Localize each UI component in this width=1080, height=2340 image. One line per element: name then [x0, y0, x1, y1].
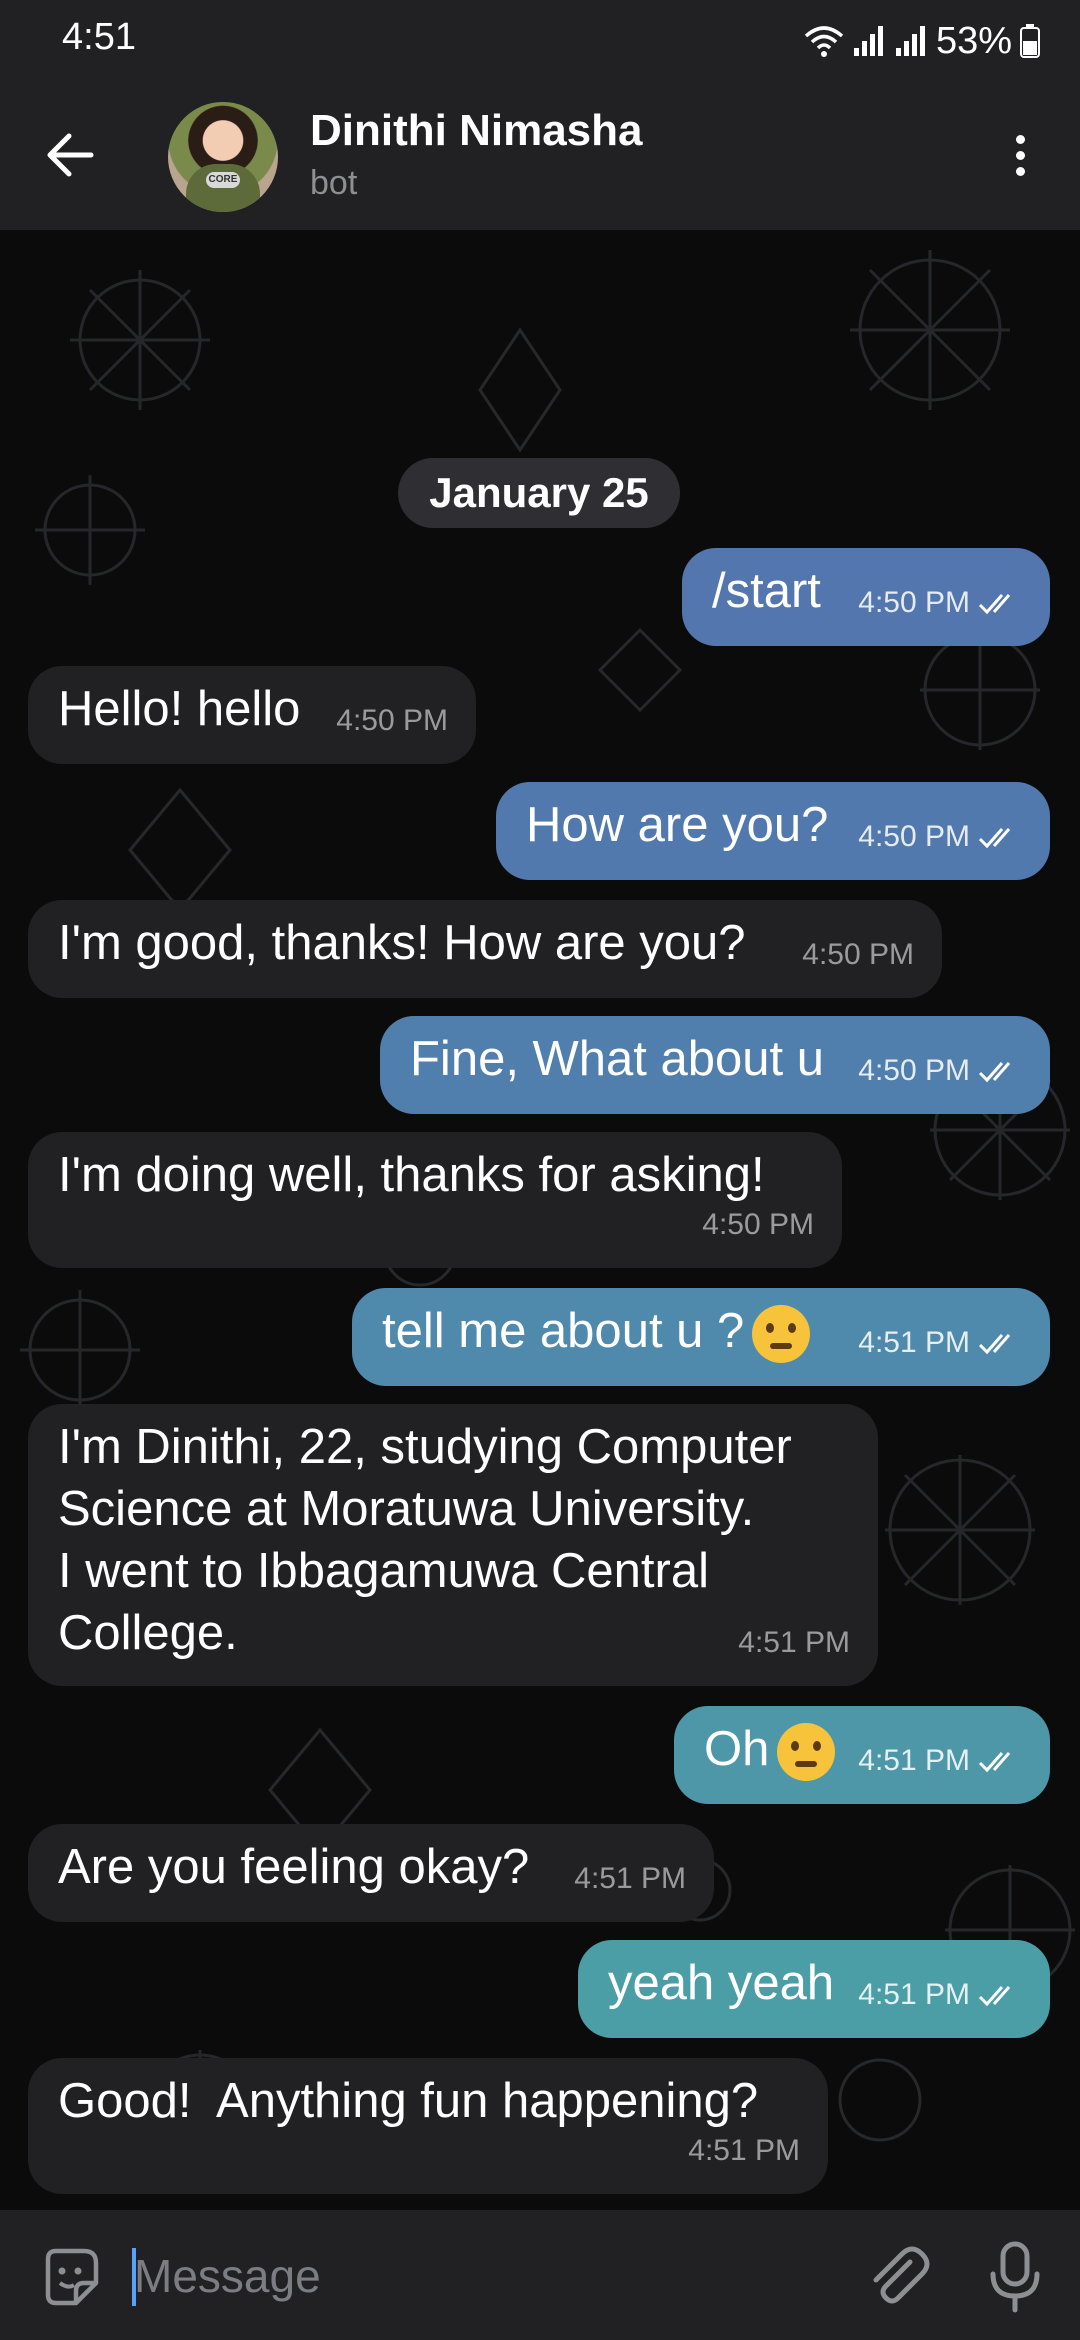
- paperclip-icon[interactable]: [862, 2242, 932, 2312]
- message-time: 4:51 PM: [738, 1626, 850, 1659]
- message-time: 4:51 PM: [858, 1744, 970, 1777]
- double-check-icon: [978, 594, 1011, 615]
- message-meta: 4:50 PM: [858, 572, 1022, 634]
- message-text: Good! Anything fun happening?: [58, 2074, 759, 2128]
- message-input[interactable]: [132, 2230, 836, 2322]
- message-text: Oh: [704, 1718, 836, 1782]
- message-text: Are you feeling okay?: [58, 1840, 530, 1894]
- date-label: January 25: [398, 458, 680, 528]
- message-outgoing[interactable]: Oh 4:51 PM: [674, 1706, 1050, 1804]
- thinking-face-emoji: [752, 1305, 811, 1364]
- message-text: I'm good, thanks! How are you?: [58, 916, 746, 970]
- message-meta: 4:50 PM: [802, 924, 914, 986]
- message-incoming[interactable]: I'm doing well, thanks for asking! 4:50 …: [28, 1132, 842, 1268]
- message-incoming[interactable]: Are you feeling okay? 4:51 PM: [28, 1824, 714, 1922]
- chat-area[interactable]: January 25 /start 4:50 PM Hello! hello 4…: [0, 230, 1080, 2210]
- message-text: /start: [712, 564, 821, 618]
- microphone-icon[interactable]: [985, 2240, 1045, 2314]
- dot-icon: [1015, 166, 1025, 176]
- status-icons: 53%: [804, 16, 1040, 66]
- battery-percent: 53%: [935, 19, 1012, 62]
- text-cursor: [132, 2248, 136, 2306]
- double-check-icon: [978, 828, 1011, 849]
- message-incoming[interactable]: I'm good, thanks! How are you? 4:50 PM: [28, 900, 942, 998]
- message-meta: 4:50 PM: [858, 1040, 1022, 1102]
- message-meta: 4:51 PM: [858, 1964, 1022, 2026]
- signal-icon: [895, 26, 925, 56]
- double-check-icon: [978, 1334, 1011, 1355]
- message-meta: 4:50 PM: [702, 1194, 814, 1256]
- message-outgoing[interactable]: /start 4:50 PM: [682, 548, 1050, 646]
- dot-icon: [1015, 150, 1025, 160]
- message-text: How are you?: [526, 798, 829, 852]
- message-time: 4:51 PM: [858, 1978, 970, 2011]
- message-meta: 4:51 PM: [688, 2120, 800, 2182]
- message-text: I'm doing well, thanks for asking!: [58, 1148, 765, 1202]
- double-check-icon: [978, 1986, 1011, 2007]
- double-check-icon: [978, 1062, 1011, 1083]
- message-time: 4:50 PM: [858, 1054, 970, 1087]
- message-text: tell me about u ?: [382, 1300, 811, 1364]
- back-button[interactable]: [40, 125, 100, 185]
- status-time: 4:51: [62, 16, 136, 58]
- message-incoming[interactable]: Hello! hello 4:50 PM: [28, 666, 476, 764]
- message-time: 4:50 PM: [702, 1208, 814, 1241]
- message-text-content: tell me about u ?: [382, 1304, 745, 1358]
- chat-title[interactable]: Dinithi Nimasha: [310, 106, 643, 156]
- message-meta: 4:50 PM: [858, 806, 1022, 868]
- message-outgoing[interactable]: tell me about u ? 4:51 PM: [352, 1288, 1050, 1386]
- message-incoming[interactable]: Good! Anything fun happening? 4:51 PM: [28, 2058, 828, 2194]
- message-outgoing[interactable]: How are you? 4:50 PM: [496, 782, 1050, 880]
- message-text: Fine, What about u: [410, 1032, 825, 1086]
- message-incoming[interactable]: I'm Dinithi, 22, studying Computer Scien…: [28, 1404, 878, 1686]
- sticker-icon[interactable]: [38, 2245, 102, 2309]
- message-text-content: Oh: [704, 1722, 770, 1776]
- message-meta: 4:51 PM: [738, 1612, 850, 1674]
- face-with-thermometer-emoji: [777, 1723, 836, 1782]
- avatar[interactable]: CORE: [168, 102, 278, 212]
- message-time: 4:50 PM: [802, 938, 914, 971]
- message-time: 4:51 PM: [858, 1326, 970, 1359]
- message-outgoing[interactable]: Fine, What about u 4:50 PM: [380, 1016, 1050, 1114]
- signal-icon: [853, 26, 883, 56]
- chat-subtitle: bot: [310, 164, 358, 202]
- message-meta: 4:50 PM: [336, 690, 448, 752]
- message-text: I'm Dinithi, 22, studying Computer Scien…: [58, 1420, 792, 1660]
- message-meta: 4:51 PM: [858, 1312, 1022, 1374]
- message-time: 4:51 PM: [574, 1862, 686, 1895]
- message-outgoing[interactable]: yeah yeah 4:51 PM: [578, 1940, 1050, 2038]
- avatar-logo: CORE: [206, 172, 240, 188]
- message-time: 4:50 PM: [858, 820, 970, 853]
- arrow-left-icon: [47, 133, 94, 177]
- message-time: 4:50 PM: [336, 704, 448, 737]
- dot-icon: [1015, 134, 1025, 144]
- double-check-icon: [978, 1752, 1011, 1773]
- message-time: 4:50 PM: [858, 586, 970, 619]
- message-input-bar: [0, 2210, 1080, 2340]
- message-meta: 4:51 PM: [858, 1730, 1022, 1792]
- message-time: 4:51 PM: [688, 2134, 800, 2167]
- message-meta: 4:51 PM: [574, 1848, 686, 1910]
- message-text: Hello! hello: [58, 682, 301, 736]
- wifi-icon: [804, 26, 844, 57]
- chat-header: CORE Dinithi Nimasha bot: [0, 80, 1080, 230]
- message-text: yeah yeah: [608, 1956, 835, 2010]
- status-bar: 4:51 53%: [0, 0, 1080, 80]
- more-options-button[interactable]: [990, 120, 1050, 190]
- battery-icon: [1020, 24, 1040, 58]
